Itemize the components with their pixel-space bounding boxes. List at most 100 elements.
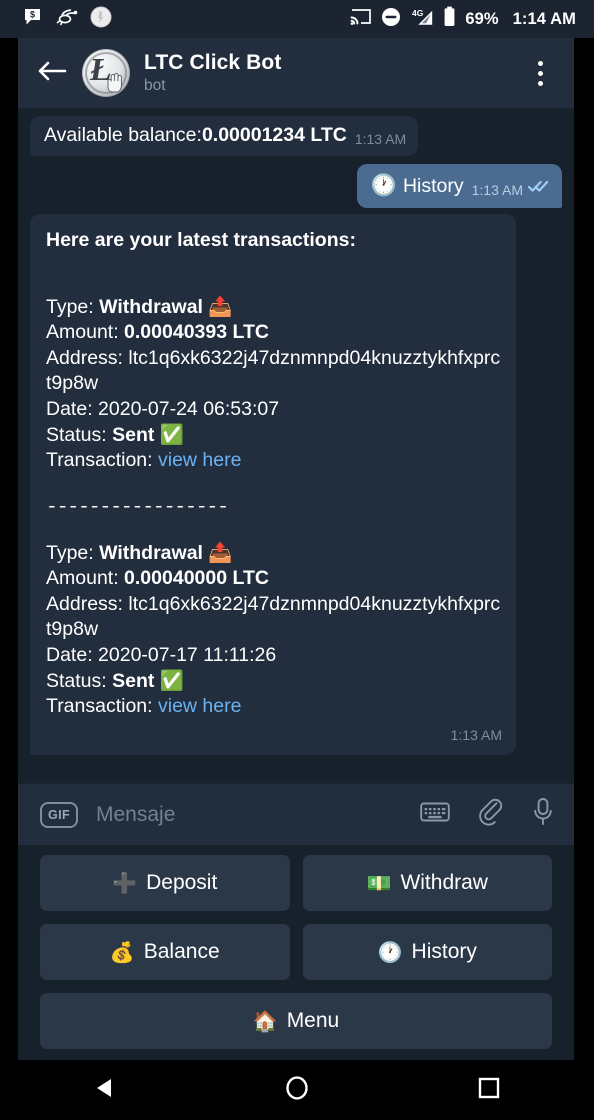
transaction-date-line: Date: 2020-07-24 06:53:07: [46, 397, 502, 422]
avatar[interactable]: Ł: [82, 49, 130, 97]
message-time: 1:13 AM: [354, 131, 407, 148]
gif-icon[interactable]: GIF: [40, 801, 78, 828]
circle-avatar-icon: [90, 6, 112, 33]
bubble-footer: 1:13 AM: [46, 726, 502, 745]
bot-keyboard-row: 💰 Balance 🕐 History: [40, 924, 552, 980]
message-bubble-history-out[interactable]: 🕐 History 1:13 AM: [356, 163, 562, 208]
clock-icon: 🕐: [370, 172, 397, 197]
chat-message-list[interactable]: Available balance: 0.00001234 LTC 1:13 A…: [18, 108, 574, 783]
transaction-status-line: Status: Sent ✅: [46, 422, 502, 448]
transaction-link-line: Transaction: view here: [46, 694, 502, 719]
nav-home-icon: [283, 1074, 311, 1107]
status-label: Status:: [46, 670, 113, 693]
back-arrow-icon: [37, 59, 67, 88]
message-bubble-transactions[interactable]: Here are your latest transactions: Type:…: [30, 213, 516, 755]
phone-screenshot: $ 4G 69% 1:14 AM Ł LTC Click Bot bot Ava…: [0, 0, 594, 1120]
battery-percent: 69%: [465, 9, 499, 28]
date-value: 2020-07-17 11:11:26: [98, 643, 277, 666]
nav-recents-button[interactable]: [467, 1068, 511, 1112]
transaction-address-line: Address: ltc1q6xk6322j47dznmnpd04knuzzty…: [46, 346, 502, 397]
transaction-type-line: Type: Withdrawal 📤: [46, 540, 502, 566]
amount-label: Amount:: [46, 321, 125, 344]
message-row: Available balance: 0.00001234 LTC 1:13 A…: [30, 116, 562, 156]
bot-button-deposit[interactable]: ➕ Deposit: [40, 855, 290, 911]
cast-icon: [350, 7, 372, 31]
nav-back-button[interactable]: [83, 1068, 127, 1112]
chat-header: Ł LTC Click Bot bot: [18, 38, 574, 108]
paperclip-icon[interactable]: [478, 798, 504, 831]
input-actions: [420, 797, 554, 832]
double-check-icon: [527, 174, 550, 200]
message-row: Here are your latest transactions: Type:…: [30, 213, 562, 755]
status-bar: $ 4G 69% 1:14 AM: [0, 0, 594, 38]
transaction-type-line: Type: Withdrawal 📤: [46, 294, 502, 320]
bot-button-label: Withdraw: [400, 871, 488, 894]
money-bag-icon: 💰: [109, 940, 135, 964]
amount-value: 0.00040393 LTC: [124, 321, 269, 344]
view-transaction-link[interactable]: view here: [158, 695, 241, 717]
address-label: Address:: [46, 592, 129, 615]
transaction-separator: -----------------: [46, 495, 229, 518]
status-label: Status:: [46, 423, 113, 446]
more-vertical-icon: [537, 70, 543, 76]
bot-button-history[interactable]: 🕐 History: [302, 924, 552, 980]
date-value: 2020-07-24 06:53:07: [98, 397, 280, 420]
android-navigation-bar: [0, 1060, 594, 1120]
amount-value: 0.00040000 LTC: [124, 567, 269, 590]
plus-icon: ➕: [112, 871, 138, 895]
keyboard-icon[interactable]: [420, 800, 450, 829]
message-input[interactable]: Mensaje: [96, 803, 420, 827]
message-dollar-icon: $: [24, 8, 44, 31]
house-icon: 🏠: [252, 1009, 278, 1033]
overflow-menu-button[interactable]: [520, 51, 560, 95]
balance-line: Available balance: 0.00001234 LTC 1:13 A…: [44, 123, 406, 149]
bot-keyboard-row: ➕ Deposit 💵 Withdraw: [40, 855, 552, 911]
dollar-banknote-icon: 💵: [366, 871, 392, 895]
outbox-tray-icon: 📤: [208, 294, 233, 318]
status-bar-system: 4G 69% 1:14 AM: [350, 6, 576, 32]
bot-button-menu[interactable]: 🏠 Menu: [40, 993, 552, 1049]
message-time: 1:13 AM: [450, 726, 502, 743]
balance-text: Available balance:: [44, 124, 202, 146]
transaction-amount-line: Amount: 0.00040393 LTC: [46, 320, 502, 345]
status-value: Sent: [112, 670, 155, 693]
bot-button-label: Balance: [143, 940, 220, 963]
microphone-icon[interactable]: [532, 797, 554, 832]
check-mark-button-icon: ✅: [159, 422, 185, 446]
chat-subtitle: bot: [144, 77, 166, 95]
transactions-heading: Here are your latest transactions:: [46, 228, 356, 251]
transaction-entry: Type: Withdrawal 📤 Amount: 0.00040393 LT…: [46, 294, 502, 474]
view-transaction-link[interactable]: view here: [158, 449, 241, 471]
transaction-entry: Type: Withdrawal 📤 Amount: 0.00040000 LT…: [46, 540, 502, 720]
history-out-label: History: [402, 174, 464, 197]
app-window: Ł LTC Click Bot bot Available balance: 0…: [18, 38, 574, 1060]
type-label: Type:: [46, 541, 100, 564]
nav-recents-icon: [476, 1075, 502, 1106]
check-mark-button-icon: ✅: [159, 669, 185, 693]
transaction-label: Transaction:: [46, 449, 158, 472]
message-input-bar: GIF Mensaje: [18, 783, 574, 845]
svg-text:$: $: [30, 9, 35, 19]
status-value: Sent: [112, 423, 155, 446]
back-button[interactable]: [30, 51, 74, 95]
address-label: Address:: [46, 346, 129, 369]
history-out-line: 🕐 History 1:13 AM: [371, 172, 550, 200]
transaction-date-line: Date: 2020-07-17 11:11:26: [46, 643, 502, 668]
message-bubble-balance[interactable]: Available balance: 0.00001234 LTC 1:13 A…: [30, 116, 419, 156]
pointing-hand-icon: [105, 70, 127, 94]
bot-button-label: Menu: [286, 1009, 340, 1032]
more-vertical-icon: [537, 60, 543, 66]
do-not-disturb-icon: [381, 7, 401, 32]
type-value: Withdrawal: [99, 295, 203, 318]
transaction-address-line: Address: ltc1q6xk6322j47dznmnpd04knuzzty…: [46, 592, 502, 643]
nav-home-button[interactable]: [275, 1068, 319, 1112]
bot-button-withdraw[interactable]: 💵 Withdraw: [302, 855, 552, 911]
balance-amount: 0.00001234 LTC: [201, 124, 347, 146]
transaction-status-line: Status: Sent ✅: [46, 668, 502, 694]
page-title: LTC Click Bot: [144, 50, 282, 74]
chat-title-block[interactable]: LTC Click Bot bot: [144, 51, 281, 96]
bot-button-balance[interactable]: 💰 Balance: [40, 924, 290, 980]
type-value: Withdrawal: [99, 541, 203, 564]
